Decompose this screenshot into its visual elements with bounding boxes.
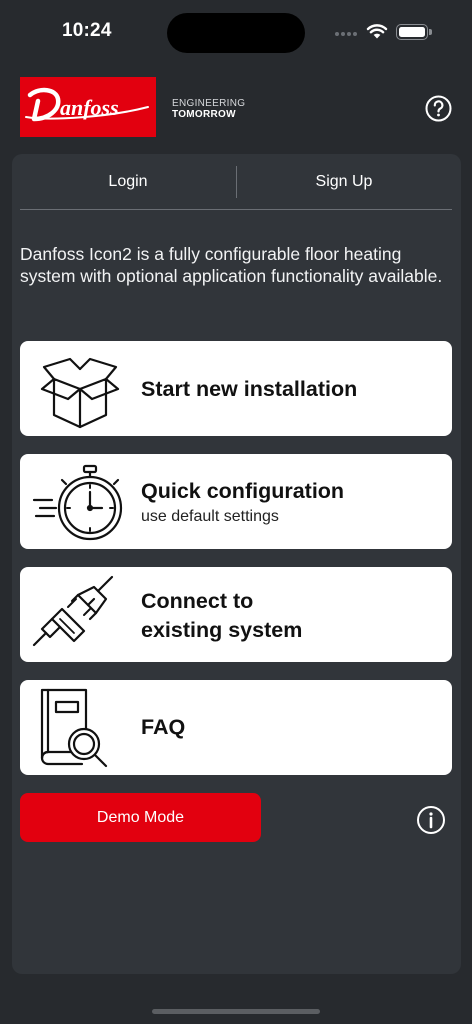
- book-search-icon: [40, 688, 108, 768]
- dynamic-island: [167, 13, 305, 53]
- home-indicator[interactable]: [152, 1009, 320, 1014]
- start-new-installation-title: Start new installation: [141, 377, 358, 401]
- signup-tab[interactable]: Sign Up: [236, 154, 452, 210]
- connect-existing-system-button[interactable]: Connect to existing system: [20, 567, 452, 662]
- help-icon[interactable]: [425, 95, 452, 122]
- battery-icon: [396, 23, 432, 41]
- start-new-installation-button[interactable]: Start new installation: [20, 341, 452, 436]
- faq-button[interactable]: FAQ: [20, 680, 452, 775]
- faq-title: FAQ: [141, 715, 186, 739]
- main-panel: Login Sign Up Danfoss Icon2 is a fully c…: [12, 154, 461, 974]
- connect-title-line-2: existing system: [141, 618, 303, 642]
- cellular-signal-icon: [335, 30, 361, 38]
- intro-text: Danfoss Icon2 is a fully configurable fl…: [20, 244, 443, 286]
- tagline: ENGINEERING TOMORROW: [172, 98, 245, 120]
- plug-connect-icon: [32, 575, 114, 647]
- danfoss-logo: anfoss: [20, 77, 156, 137]
- connect-existing-system-title: Connect to existing system: [141, 587, 302, 645]
- wifi-icon: [366, 24, 388, 39]
- demo-mode-button[interactable]: Demo Mode: [20, 793, 261, 842]
- stopwatch-icon: [32, 464, 123, 541]
- quick-configuration-button[interactable]: Quick configuration use default settings: [20, 454, 452, 549]
- info-icon[interactable]: [416, 805, 446, 835]
- login-tab[interactable]: Login: [20, 154, 236, 210]
- open-box-icon: [40, 357, 120, 429]
- svg-text:anfoss: anfoss: [60, 95, 119, 120]
- danfoss-wordmark-icon: anfoss: [25, 87, 149, 122]
- status-bar: 10:24: [0, 0, 472, 64]
- status-time: 10:24: [62, 20, 112, 41]
- quick-configuration-title: Quick configuration: [141, 479, 345, 503]
- tagline-line-1: ENGINEERING: [172, 98, 246, 109]
- auth-tabs: Login Sign Up: [20, 154, 452, 210]
- connect-title-line-1: Connect to: [141, 589, 254, 613]
- tagline-line-2: TOMORROW: [172, 109, 236, 120]
- quick-configuration-subtitle: use default settings: [141, 508, 279, 525]
